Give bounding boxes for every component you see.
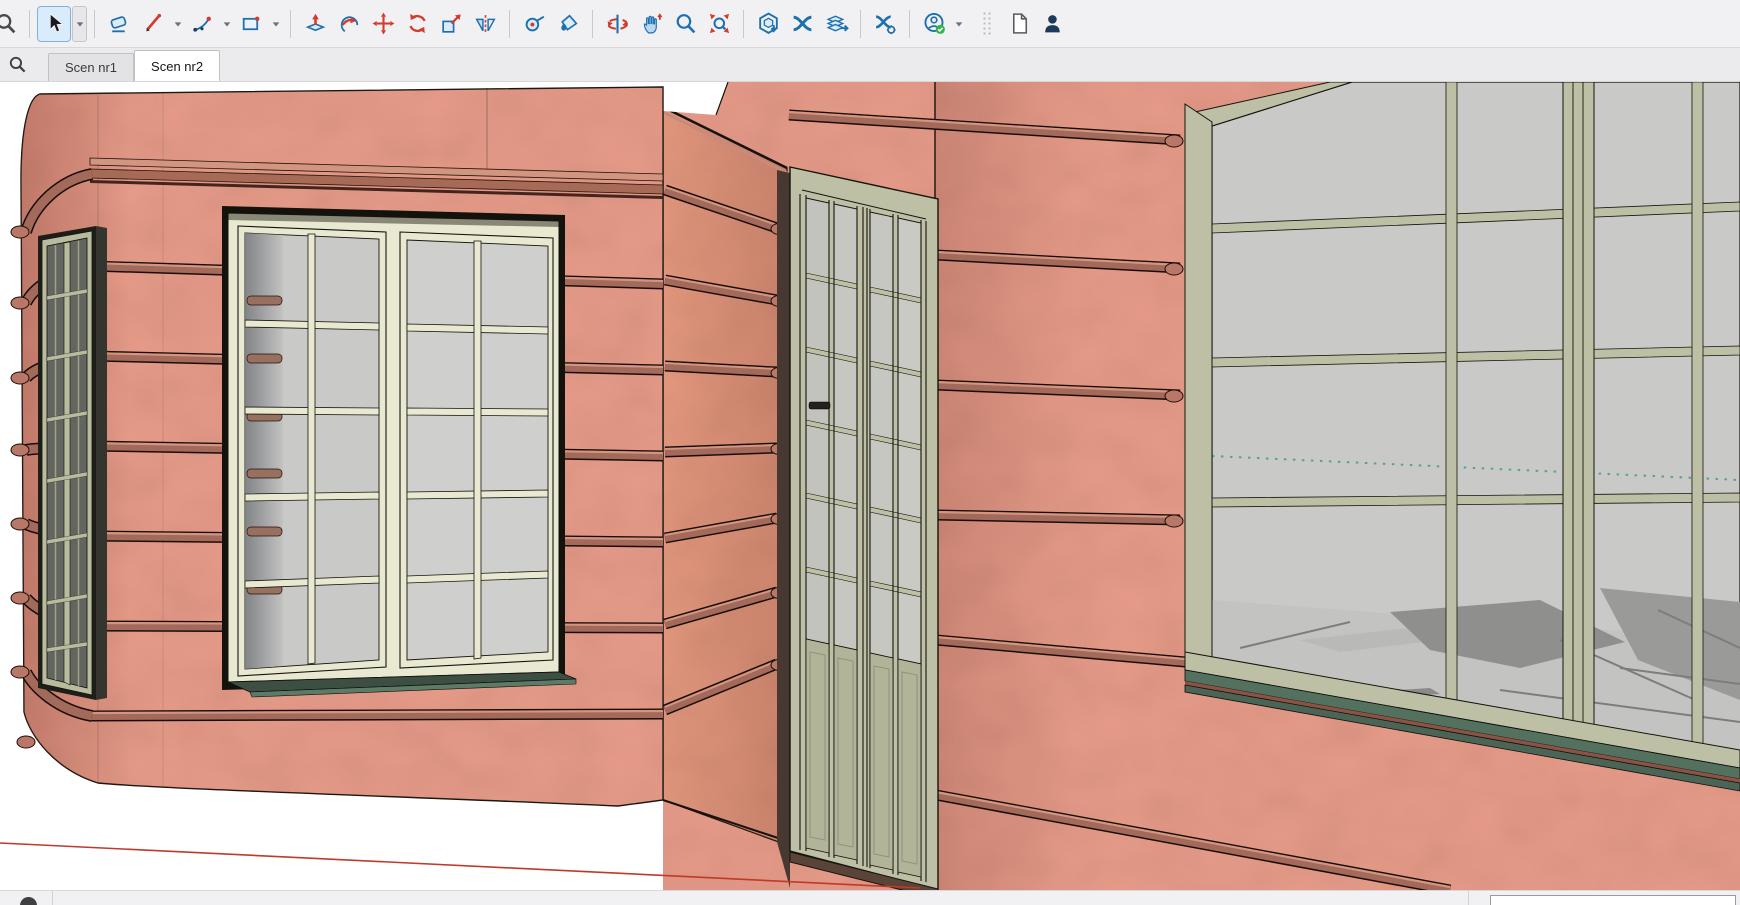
paint-bucket-button[interactable] [551, 6, 585, 42]
select-dropdown[interactable] [72, 5, 87, 42]
main-toolbar [0, 0, 1740, 48]
add-user-icon [1044, 15, 1060, 33]
line-icon [145, 13, 161, 32]
add-user-button[interactable] [1036, 6, 1070, 42]
eraser-icon [110, 16, 126, 33]
tab-scene-2-label: Scen nr2 [151, 58, 204, 74]
french-door[interactable] [777, 166, 939, 890]
status-separator [52, 891, 53, 905]
zoom-button[interactable] [668, 6, 702, 42]
left-facade[interactable] [0, 82, 670, 890]
new-document-icon [1012, 13, 1027, 34]
chevron-down-icon [76, 21, 83, 26]
new-document-button[interactable] [1002, 6, 1036, 42]
measurements-input[interactable] [1490, 895, 1736, 905]
tab-scene-2[interactable]: Scen nr2 [134, 50, 221, 81]
toolbar-separator [94, 9, 95, 38]
arc-button[interactable] [185, 6, 219, 42]
zoom-extents-button[interactable] [702, 6, 736, 42]
toolbar-separator [743, 9, 744, 38]
extension-warehouse-icon [792, 15, 812, 32]
toolbar-grip[interactable] [982, 10, 992, 37]
line-button[interactable] [136, 6, 170, 42]
rectangle-button[interactable] [234, 6, 268, 42]
zoom-extents-icon [709, 13, 729, 34]
chevron-down-icon [223, 21, 230, 26]
follow-me-icon [340, 16, 358, 33]
bay-wall[interactable] [662, 82, 793, 890]
zoom-search-button[interactable] [0, 6, 22, 42]
arc-dropdown[interactable] [219, 6, 234, 42]
door-reveal [777, 170, 790, 888]
zoom-search-icon [0, 14, 15, 34]
status-separator-right [1468, 891, 1469, 905]
chevron-down-icon [174, 21, 181, 26]
status-bar [0, 890, 1740, 905]
chevron-down-icon [955, 21, 962, 26]
arc-icon [192, 16, 211, 32]
orbit-button[interactable] [600, 6, 634, 42]
tape-measure-button[interactable] [517, 6, 551, 42]
toolbar-separator [29, 9, 30, 38]
tape-measure-icon [525, 15, 544, 32]
tab-scene-1-label: Scen nr1 [65, 60, 118, 75]
follow-me-button[interactable] [332, 6, 366, 42]
push-pull-button[interactable] [298, 6, 332, 42]
orbit-icon [606, 14, 628, 34]
door-handle[interactable] [808, 401, 831, 410]
tab-scene-1[interactable]: Scen nr1 [48, 53, 135, 81]
toolbar-separator [592, 9, 593, 38]
account-button[interactable] [917, 6, 951, 42]
scale-button[interactable] [434, 6, 468, 42]
toolbar-separator [860, 9, 861, 38]
paint-bucket-icon [560, 14, 578, 31]
3d-warehouse-icon [758, 12, 778, 34]
send-to-layout-icon [825, 15, 849, 32]
toolbar-separator [290, 9, 291, 38]
toolbar-separator [909, 9, 910, 38]
rotate-button[interactable] [400, 6, 434, 42]
model-viewport[interactable] [0, 82, 1740, 890]
eraser-button[interactable] [102, 6, 136, 42]
select-button[interactable] [37, 5, 71, 42]
rotate-icon [408, 13, 426, 34]
bullnose-corner-window[interactable] [38, 226, 107, 700]
left-casement-window[interactable] [222, 206, 577, 698]
scene-tab-bar: Scen nr1 Scen nr2 [0, 48, 1740, 82]
flip-icon [474, 15, 496, 33]
rectangle-dropdown[interactable] [268, 6, 283, 42]
send-to-layout-button[interactable] [819, 6, 853, 42]
pan-icon [643, 13, 662, 34]
line-dropdown[interactable] [170, 6, 185, 42]
extension-manager-icon [875, 15, 896, 35]
magnifier-icon[interactable] [8, 55, 27, 79]
toolbar-separator [509, 9, 510, 38]
flip-button[interactable] [468, 6, 502, 42]
move-icon [372, 12, 394, 35]
right-window-mullion [1562, 82, 1595, 729]
help-icon[interactable] [20, 897, 37, 905]
rectangle-icon [242, 16, 259, 31]
3d-warehouse-button[interactable] [751, 6, 785, 42]
account-dropdown[interactable] [951, 6, 966, 42]
pan-button[interactable] [634, 6, 668, 42]
push-pull-icon [305, 13, 325, 32]
extension-manager-button[interactable] [868, 6, 902, 42]
zoom-icon [676, 14, 695, 34]
move-button[interactable] [366, 6, 400, 42]
scale-icon [441, 14, 461, 33]
account-icon [924, 12, 945, 34]
right-window[interactable] [1184, 82, 1740, 792]
chevron-down-icon [272, 21, 279, 26]
right-window-stile [1184, 103, 1213, 669]
select-icon [49, 13, 63, 33]
extension-warehouse-button[interactable] [785, 6, 819, 42]
model-canvas[interactable] [0, 82, 1740, 890]
